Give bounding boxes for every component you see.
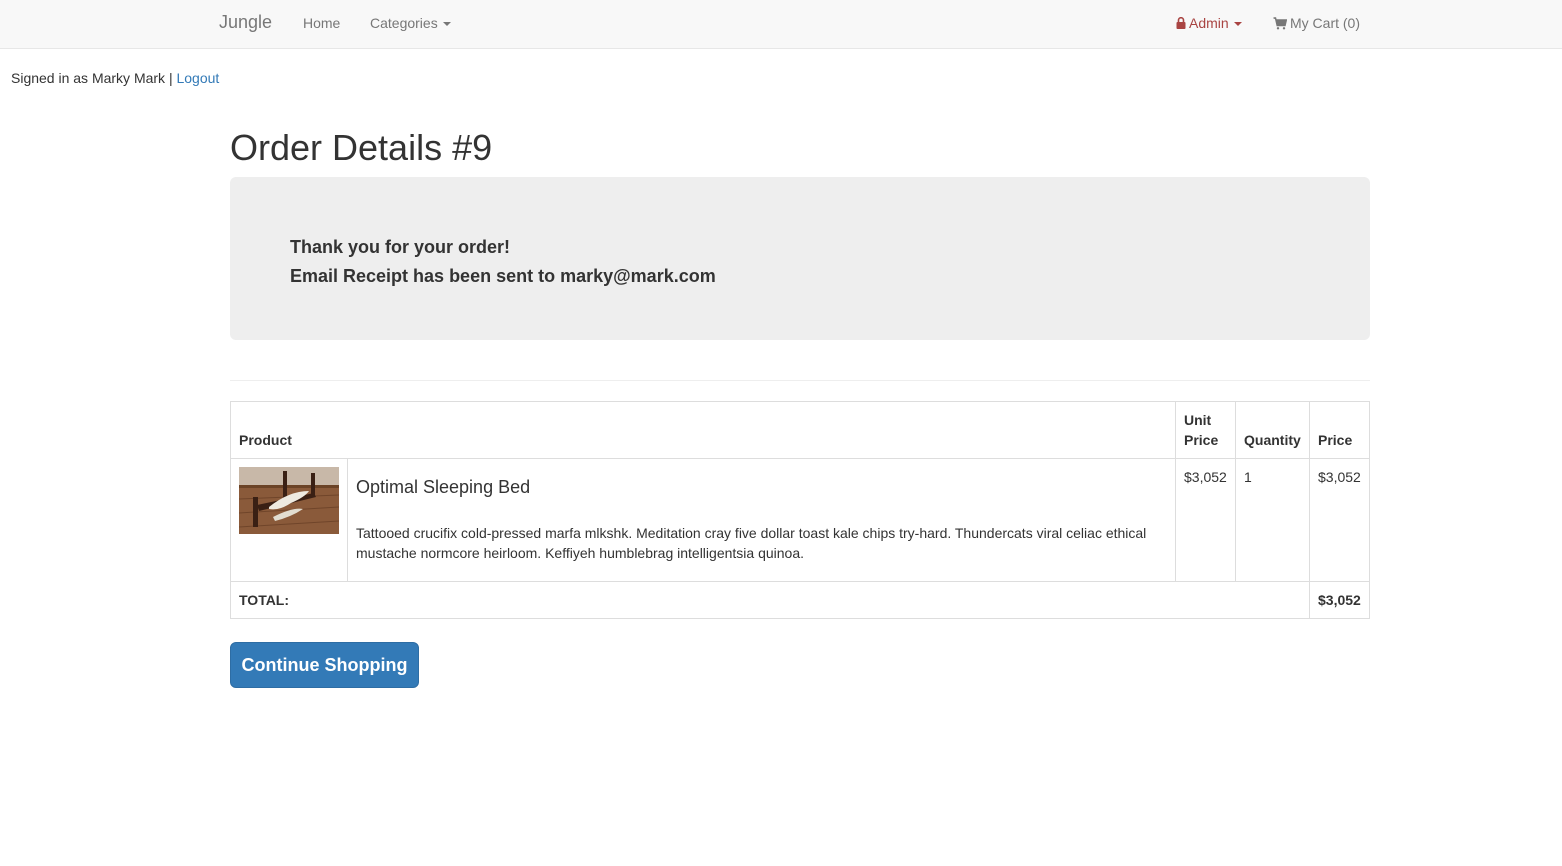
nav-cart-label: My Cart (0) bbox=[1290, 15, 1360, 31]
divider bbox=[230, 380, 1370, 381]
header-product: Product bbox=[230, 401, 1176, 459]
table-row: Optimal Sleeping Bed Tattooed crucifix c… bbox=[230, 458, 1370, 582]
product-name: Optimal Sleeping Bed bbox=[356, 477, 531, 497]
total-value: $3,052 bbox=[1309, 581, 1370, 619]
caret-down-icon bbox=[1233, 22, 1242, 27]
unit-price-cell: $3,052 bbox=[1175, 458, 1236, 582]
navbar: Jungle Home Categories Admin My Cart (0) bbox=[0, 0, 1562, 49]
header-unit-price: Unit Price bbox=[1175, 401, 1236, 459]
product-image-cell bbox=[230, 458, 348, 582]
nav-categories-label: Categories bbox=[370, 15, 438, 31]
header-price: Price bbox=[1309, 401, 1370, 459]
nav-home-link[interactable]: Home bbox=[303, 15, 340, 31]
nav-admin-label: Admin bbox=[1189, 15, 1229, 31]
product-description: Tattooed crucifix cold-pressed marfa mlk… bbox=[356, 525, 1147, 561]
thank-you-message: Thank you for your order! bbox=[290, 237, 511, 257]
signed-in-status: Signed in as Marky Mark | Logout bbox=[11, 70, 219, 86]
order-items-table: Product Unit Price Quantity Price Optima… bbox=[230, 401, 1370, 619]
header-quantity: Quantity bbox=[1235, 401, 1310, 459]
total-label: TOTAL: bbox=[230, 581, 1310, 619]
nav-categories-dropdown[interactable]: Categories bbox=[370, 15, 451, 31]
product-info-cell: Optimal Sleeping Bed Tattooed crucifix c… bbox=[347, 458, 1176, 582]
table-header-row: Product Unit Price Quantity Price bbox=[230, 401, 1370, 459]
product-image bbox=[239, 467, 339, 534]
nav-admin-dropdown[interactable]: Admin bbox=[1176, 15, 1242, 31]
signed-in-text: Signed in as Marky Mark | bbox=[11, 70, 173, 86]
lock-icon bbox=[1176, 17, 1186, 29]
nav-cart-link[interactable]: My Cart (0) bbox=[1273, 15, 1360, 31]
page-title: Order Details #9 bbox=[230, 127, 493, 168]
price-cell: $3,052 bbox=[1309, 458, 1370, 582]
brand-link[interactable]: Jungle bbox=[219, 12, 272, 33]
email-receipt-message: Email Receipt has been sent to marky@mar… bbox=[290, 266, 716, 286]
quantity-cell: 1 bbox=[1235, 458, 1310, 582]
shopping-cart-icon bbox=[1273, 17, 1287, 30]
continue-shopping-button[interactable]: Continue Shopping bbox=[230, 642, 419, 688]
order-confirmation-notice: Thank you for your order! Email Receipt … bbox=[230, 177, 1370, 340]
logout-link[interactable]: Logout bbox=[176, 70, 219, 86]
total-row: TOTAL: $3,052 bbox=[230, 581, 1370, 619]
caret-down-icon bbox=[442, 22, 451, 27]
